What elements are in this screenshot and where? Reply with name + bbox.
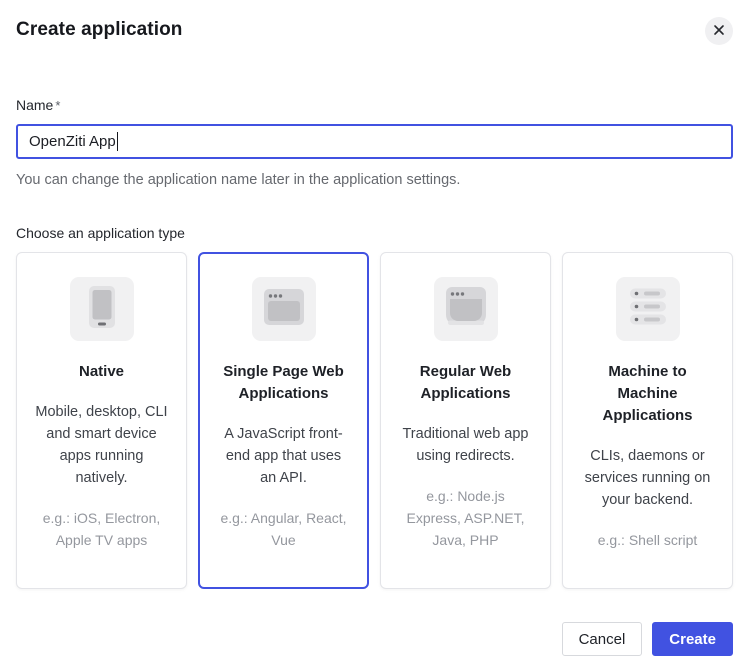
- modal-header: Create application: [16, 0, 733, 45]
- name-input-value: OpenZiti App: [29, 133, 116, 150]
- card-description: A JavaScript front-end app that uses an …: [217, 423, 350, 489]
- icon-tile: [616, 277, 680, 341]
- close-button[interactable]: [705, 17, 733, 45]
- required-marker: *: [55, 98, 60, 113]
- web-server-window-icon: [434, 275, 498, 344]
- cancel-button[interactable]: Cancel: [562, 622, 643, 656]
- card-examples: e.g.: Node.js Express, ASP.NET, Java, PH…: [399, 485, 532, 551]
- phone-icon: [70, 275, 134, 344]
- text-cursor: [117, 132, 119, 151]
- name-label-text: Name: [16, 97, 53, 113]
- card-title: Regular Web Applications: [399, 361, 532, 405]
- card-title: Single Page Web Applications: [217, 361, 350, 405]
- card-examples: e.g.: Shell script: [581, 529, 714, 551]
- name-label: Name*: [16, 97, 733, 113]
- card-title: Native: [35, 361, 168, 383]
- server-list-icon: [616, 275, 680, 344]
- card-title: Machine to Machine Applications: [598, 361, 698, 427]
- card-native[interactable]: Native Mobile, desktop, CLI and smart de…: [16, 252, 187, 589]
- card-description: Mobile, desktop, CLI and smart device ap…: [35, 401, 168, 489]
- application-type-cards: Native Mobile, desktop, CLI and smart de…: [16, 252, 733, 589]
- modal-footer: Cancel Create: [16, 622, 733, 656]
- name-input[interactable]: OpenZiti App: [16, 124, 733, 159]
- card-examples: e.g.: Angular, React, Vue: [217, 507, 350, 551]
- card-regular-web[interactable]: Regular Web Applications Traditional web…: [380, 252, 551, 589]
- create-button[interactable]: Create: [652, 622, 733, 656]
- card-examples: e.g.: iOS, Electron, Apple TV apps: [35, 507, 168, 551]
- name-help-text: You can change the application name late…: [16, 172, 733, 188]
- modal-title: Create application: [16, 19, 183, 41]
- card-single-page-web[interactable]: Single Page Web Applications A JavaScrip…: [198, 252, 369, 589]
- icon-tile: [252, 277, 316, 341]
- card-machine-to-machine[interactable]: Machine to Machine Applications CLIs, da…: [562, 252, 733, 589]
- icon-tile: [70, 277, 134, 341]
- create-application-modal: Create application Name* OpenZiti App Yo…: [0, 0, 749, 670]
- icon-tile: [434, 277, 498, 341]
- close-icon: [713, 24, 725, 39]
- card-description: CLIs, daemons or services running on you…: [581, 445, 714, 511]
- card-description: Traditional web app using redirects.: [399, 423, 532, 467]
- application-type-label: Choose an application type: [16, 225, 733, 241]
- browser-window-icon: [252, 275, 316, 344]
